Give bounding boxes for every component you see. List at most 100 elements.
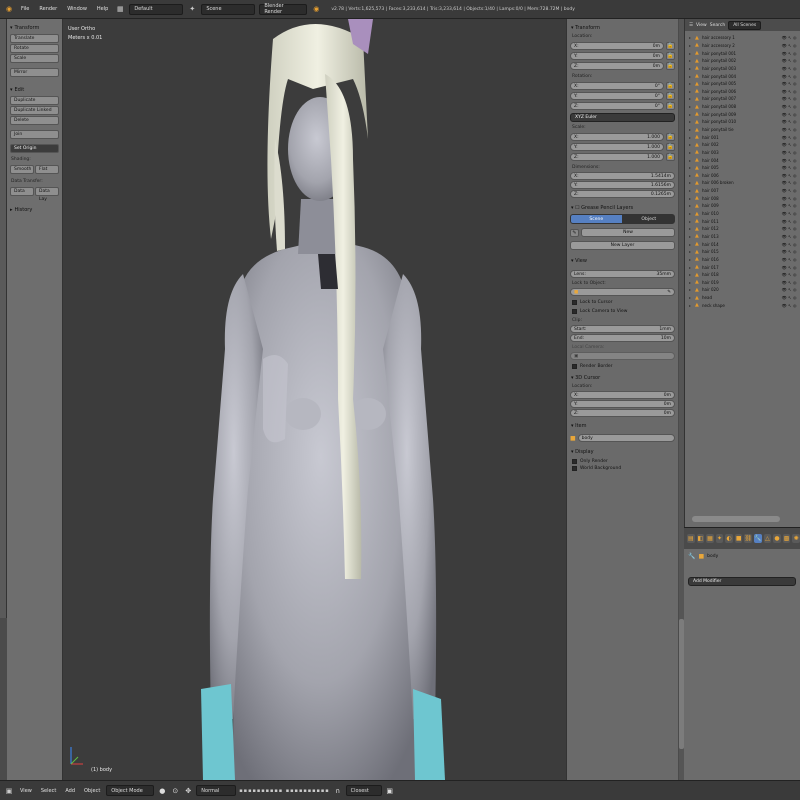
lock-icon[interactable]: 🔓: [666, 52, 675, 60]
manipulator-icon[interactable]: ✥: [183, 786, 193, 796]
menu-render[interactable]: Render: [36, 6, 60, 12]
item-name-field[interactable]: body: [577, 434, 675, 442]
outliner-view-menu[interactable]: View: [696, 23, 707, 28]
outliner-filter-dropdown[interactable]: All Scenes: [728, 20, 762, 30]
expand-triangle-icon[interactable]: ▸: [689, 96, 693, 101]
lock-icon[interactable]: 🔓: [666, 143, 675, 151]
outliner-row[interactable]: ▸ ▲ neck shape 👁↖◎: [689, 301, 798, 309]
expand-triangle-icon[interactable]: ▸: [689, 180, 693, 185]
outliner-row[interactable]: ▸ ▲ hair ponytail 003 👁↖◎: [689, 65, 798, 73]
expand-triangle-icon[interactable]: ▸: [689, 287, 693, 292]
outliner-row[interactable]: ▸ ▲ hair 007 👁↖◎: [689, 187, 798, 195]
scale-y-field[interactable]: Y: 1.000: [570, 143, 664, 151]
visibility-toggles[interactable]: 👁↖◎: [782, 203, 798, 208]
expand-triangle-icon[interactable]: ▸: [689, 81, 693, 86]
texture-tab-icon[interactable]: ▩: [782, 534, 791, 543]
duplicate-button[interactable]: Duplicate: [10, 96, 59, 105]
outliner-row[interactable]: ▸ ▲ hair ponytail 002 👁↖◎: [689, 57, 798, 65]
visibility-toggles[interactable]: 👁↖◎: [782, 127, 798, 132]
outliner-row[interactable]: ▸ ▲ hair 009 👁↖◎: [689, 202, 798, 210]
display-header[interactable]: ▾ Display: [571, 449, 675, 455]
expand-triangle-icon[interactable]: ▸: [689, 303, 693, 308]
constraints-tab-icon[interactable]: ⛓: [744, 534, 753, 543]
visibility-toggles[interactable]: 👁↖◎: [782, 219, 798, 224]
expand-triangle-icon[interactable]: ▸: [689, 173, 693, 178]
expand-triangle-icon[interactable]: ▸: [689, 265, 693, 270]
outliner-search-menu[interactable]: Search: [710, 23, 725, 28]
visibility-toggles[interactable]: 👁↖◎: [782, 51, 798, 56]
visibility-toggles[interactable]: 👁↖◎: [782, 242, 798, 247]
join-button[interactable]: Join: [10, 130, 59, 139]
lock-icon[interactable]: 🔓: [666, 82, 675, 90]
expand-triangle-icon[interactable]: ▸: [689, 89, 693, 94]
expand-triangle-icon[interactable]: ▸: [689, 104, 693, 109]
lock-icon[interactable]: 🔓: [666, 133, 675, 141]
expand-triangle-icon[interactable]: ▸: [689, 234, 693, 239]
history-panel-header[interactable]: ▸ History: [10, 207, 59, 213]
data-button[interactable]: Data: [10, 187, 34, 196]
expand-triangle-icon[interactable]: ▸: [689, 295, 693, 300]
add-modifier-dropdown[interactable]: Add Modifier: [688, 577, 796, 586]
visibility-toggles[interactable]: 👁↖◎: [782, 104, 798, 109]
outliner-row[interactable]: ▸ ▲ hair 011 👁↖◎: [689, 217, 798, 225]
expand-triangle-icon[interactable]: ▸: [689, 51, 693, 56]
visibility-toggles[interactable]: 👁↖◎: [782, 173, 798, 178]
expand-triangle-icon[interactable]: ▸: [689, 119, 693, 124]
snap-target-dropdown[interactable]: Closest: [345, 785, 382, 796]
3d-cursor-header[interactable]: ▾ 3D Cursor: [571, 375, 675, 381]
visibility-toggles[interactable]: 👁↖◎: [782, 66, 798, 71]
mode-dropdown[interactable]: Object Mode: [106, 785, 155, 796]
visibility-toggles[interactable]: 👁↖◎: [782, 249, 798, 254]
visibility-toggles[interactable]: 👁↖◎: [782, 165, 798, 170]
lock-to-cursor-checkbox[interactable]: Lock to Cursor: [572, 300, 675, 305]
expand-triangle-icon[interactable]: ▸: [689, 249, 693, 254]
outliner-row[interactable]: ▸ ▲ hair 002 👁↖◎: [689, 141, 798, 149]
visibility-toggles[interactable]: 👁↖◎: [782, 158, 798, 163]
lock-icon[interactable]: 🔓: [666, 153, 675, 161]
lock-camera-checkbox[interactable]: Lock Camera to View: [572, 309, 675, 314]
expand-triangle-icon[interactable]: ▸: [689, 158, 693, 163]
outliner-row[interactable]: ▸ ▲ hair 012 👁↖◎: [689, 225, 798, 233]
visibility-toggles[interactable]: 👁↖◎: [782, 150, 798, 155]
smooth-button[interactable]: Smooth: [10, 165, 34, 174]
outliner-row[interactable]: ▸ ▲ hair 015 👁↖◎: [689, 248, 798, 256]
outliner-icon[interactable]: ☰: [689, 23, 693, 28]
view-header[interactable]: ▾ View: [571, 258, 675, 264]
expand-triangle-icon[interactable]: ▸: [689, 280, 693, 285]
scale-x-field[interactable]: X: 1.000: [570, 133, 664, 141]
layout-dropdown[interactable]: Default: [129, 3, 184, 15]
outliner-row[interactable]: ▸ ▲ hair accessory 1 👁↖◎: [689, 34, 798, 42]
visibility-toggles[interactable]: 👁↖◎: [782, 272, 798, 277]
outliner-row[interactable]: ▸ ▲ hair 006 broken 👁↖◎: [689, 179, 798, 187]
modifiers-tab-icon[interactable]: 🔧: [754, 534, 762, 543]
menu-add[interactable]: Add: [62, 788, 78, 794]
transform-header[interactable]: ▾ Transform: [571, 25, 675, 31]
world-tab-icon[interactable]: ◐: [725, 534, 733, 543]
visibility-toggles[interactable]: 👁↖◎: [782, 303, 798, 308]
menu-object[interactable]: Object: [81, 788, 103, 794]
tool-tabs-strip[interactable]: [0, 19, 7, 618]
outliner-row[interactable]: ▸ ▲ hair ponytail 009 👁↖◎: [689, 110, 798, 118]
render-border-checkbox[interactable]: Render Border: [572, 364, 675, 369]
outliner-row[interactable]: ▸ ▲ hair 013 👁↖◎: [689, 233, 798, 241]
only-render-checkbox[interactable]: Only Render: [572, 459, 675, 464]
dimension-y-field[interactable]: Y: 1.6156m: [570, 181, 675, 189]
expand-triangle-icon[interactable]: ▸: [689, 58, 693, 63]
expand-triangle-icon[interactable]: ▸: [689, 74, 693, 79]
outliner-row[interactable]: ▸ ▲ hair ponytail 008 👁↖◎: [689, 103, 798, 111]
rotation-y-field[interactable]: Y: 0°: [570, 92, 664, 100]
lock-icon[interactable]: 🔓: [666, 92, 675, 100]
lens-field[interactable]: Lens: 35mm: [570, 270, 675, 278]
visibility-toggles[interactable]: 👁↖◎: [782, 180, 798, 185]
cursor-x-field[interactable]: X: 0m: [570, 391, 675, 399]
render-engine-dropdown[interactable]: Blender Render: [259, 3, 308, 15]
expand-triangle-icon[interactable]: ▸: [689, 203, 693, 208]
dimension-z-field[interactable]: Z: 0.1265m: [570, 190, 675, 198]
dimension-x-field[interactable]: X: 1.5414m: [570, 172, 675, 180]
transform-orientation-dropdown[interactable]: Normal: [196, 785, 237, 796]
new-layer-button[interactable]: New Layer: [570, 241, 675, 250]
new-grease-pencil-button[interactable]: New: [581, 228, 675, 237]
material-tab-icon[interactable]: ●: [773, 534, 781, 543]
outliner-row[interactable]: ▸ ▲ hair 020 👁↖◎: [689, 286, 798, 294]
outliner-row[interactable]: ▸ ▲ hair 019 👁↖◎: [689, 279, 798, 287]
